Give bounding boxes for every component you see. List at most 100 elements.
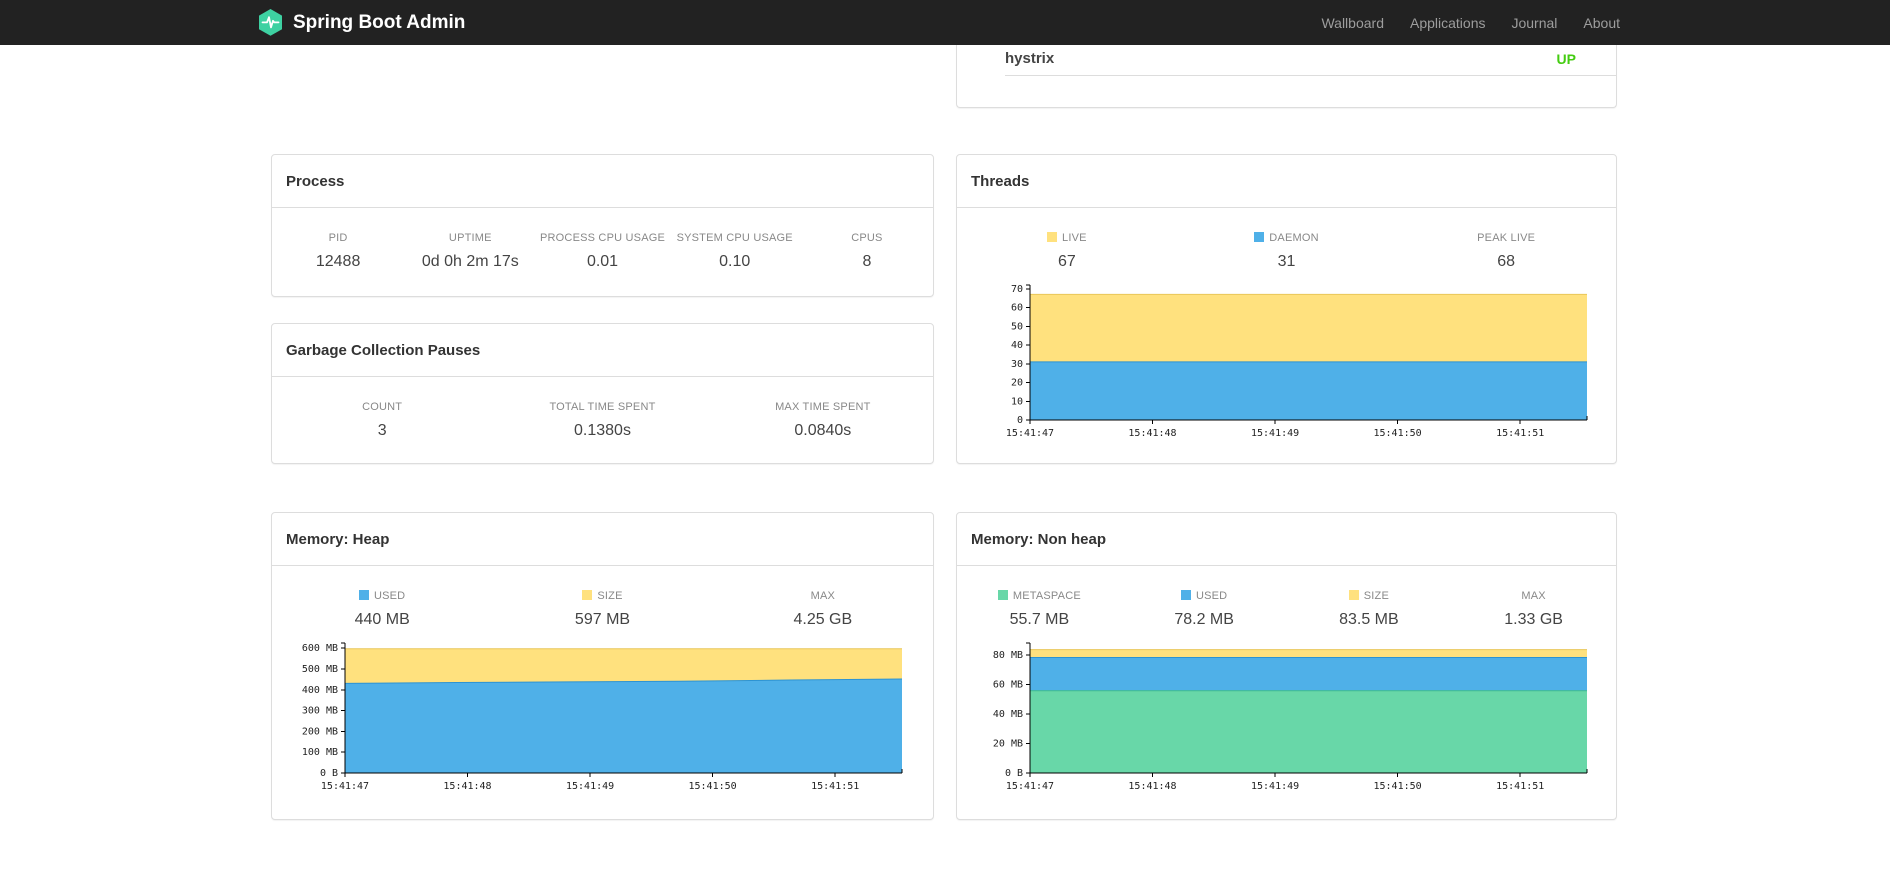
metric-nonheap-used: USED 78.2 MB	[1122, 590, 1287, 629]
metric-value: 0.10	[719, 253, 751, 270]
metric-value: 78.2 MB	[1174, 611, 1234, 628]
metric-heap-max: MAX 4.25 GB	[713, 590, 933, 629]
svg-text:600 MB: 600 MB	[302, 643, 338, 654]
nonheap-panel-title: Memory: Non heap	[957, 513, 1616, 566]
metric-threads-live: LIVE 67	[957, 232, 1177, 271]
metric-value: 83.5 MB	[1339, 611, 1399, 628]
metric-label: USED	[373, 590, 406, 602]
nav-item-wallboard[interactable]: Wallboard	[1308, 15, 1397, 31]
metaspace-legend-swatch	[997, 590, 1008, 600]
metric-nonheap-max: MAX 1.33 GB	[1451, 590, 1616, 629]
metric-value: 0.0840s	[794, 422, 852, 439]
svg-text:15:41:47: 15:41:47	[321, 781, 369, 792]
metric-cpus: CPUS 8	[801, 232, 933, 271]
live-legend-swatch	[1047, 232, 1057, 242]
svg-text:15:41:50: 15:41:50	[689, 781, 737, 792]
metric-label: DAEMON	[1269, 232, 1319, 244]
metric-label: USED	[1195, 590, 1228, 602]
svg-text:15:41:50: 15:41:50	[1374, 781, 1422, 792]
application-name[interactable]: hystrix	[1005, 50, 1054, 67]
memory-nonheap-panel: Memory: Non heap METASPACE 55.7 MB USED …	[956, 512, 1617, 820]
metric-uptime: UPTIME 0d 0h 2m 17s	[404, 232, 536, 271]
svg-text:10: 10	[1011, 396, 1023, 407]
nav-item-applications[interactable]: Applications	[1397, 15, 1499, 31]
svg-text:60 MB: 60 MB	[993, 679, 1023, 690]
svg-text:0 B: 0 B	[1005, 768, 1023, 779]
left-column: Process PID 12488 UPTIME 0d 0h 2m 17s PR…	[271, 45, 934, 820]
svg-text:30: 30	[1011, 359, 1023, 370]
metric-value: 3	[377, 422, 387, 439]
size-legend-swatch	[1348, 590, 1359, 600]
size-legend-swatch	[582, 590, 593, 600]
metric-label: LIVE	[1062, 232, 1087, 244]
gc-pauses-panel: Garbage Collection Pauses COUNT 3 TOTAL …	[271, 323, 934, 464]
metric-gc-count: COUNT 3	[272, 401, 492, 440]
metric-label: SIZE	[597, 590, 623, 602]
nav-menu: Wallboard Applications Journal About	[1308, 15, 1633, 31]
metric-value: 12488	[315, 253, 361, 270]
metric-value: 0.01	[586, 253, 619, 270]
svg-text:15:41:51: 15:41:51	[811, 781, 859, 792]
nonheap-legend: METASPACE 55.7 MB USED 78.2 MB SIZE 83.5…	[957, 566, 1616, 629]
heap-legend: USED 440 MB SIZE 597 MB MAX 4.25 GB	[272, 566, 933, 629]
metric-label: PEAK LIVE	[1477, 232, 1536, 244]
nav-item-about[interactable]: About	[1570, 15, 1633, 31]
status-badge: UP	[1556, 50, 1576, 67]
main-content: Process PID 12488 UPTIME 0d 0h 2m 17s PR…	[271, 45, 1619, 820]
svg-text:15:41:49: 15:41:49	[1251, 428, 1299, 439]
svg-text:80 MB: 80 MB	[993, 650, 1023, 661]
metric-system-cpu-usage: SYSTEM CPU USAGE 0.10	[669, 232, 801, 271]
svg-text:15:41:50: 15:41:50	[1374, 428, 1422, 439]
metric-pid: PID 12488	[272, 232, 404, 271]
metric-gc-max-time: MAX TIME SPENT 0.0840s	[713, 401, 933, 440]
metric-heap-size: SIZE 597 MB	[492, 590, 712, 629]
svg-text:300 MB: 300 MB	[302, 706, 338, 717]
metric-label: SYSTEM CPU USAGE	[676, 232, 793, 244]
metric-label: METASPACE	[1012, 590, 1081, 602]
metric-label: COUNT	[362, 401, 403, 413]
nav-item-journal[interactable]: Journal	[1498, 15, 1570, 31]
metric-label: MAX	[1521, 590, 1546, 602]
metric-gc-total-time: TOTAL TIME SPENT 0.1380s	[492, 401, 712, 440]
svg-text:500 MB: 500 MB	[302, 664, 338, 675]
nonheap-memory-chart: 0 B 20 MB 40 MB 60 MB 80 MB 15:41:47 15:41:48 1…	[957, 629, 1616, 804]
svg-text:15:41:47: 15:41:47	[1006, 781, 1054, 792]
metric-value: 0d 0h 2m 17s	[421, 253, 519, 270]
threads-legend: LIVE 67 DAEMON 31 PEAK LIVE 68	[957, 208, 1616, 271]
brand-title: Spring Boot Admin	[293, 11, 466, 33]
metric-threads-daemon: DAEMON 31	[1177, 232, 1397, 271]
used-legend-swatch	[1180, 590, 1191, 600]
metric-value: 440 MB	[354, 611, 410, 628]
used-legend-swatch	[358, 590, 369, 600]
metric-nonheap-metaspace: METASPACE 55.7 MB	[957, 590, 1122, 629]
svg-text:400 MB: 400 MB	[302, 685, 338, 696]
metric-label: MAX TIME SPENT	[775, 401, 871, 413]
svg-text:15:41:51: 15:41:51	[1496, 781, 1544, 792]
svg-text:15:41:49: 15:41:49	[1251, 781, 1299, 792]
brand-link[interactable]: Spring Boot Admin	[257, 8, 465, 37]
process-metrics: PID 12488 UPTIME 0d 0h 2m 17s PROCESS CP…	[272, 208, 933, 271]
metric-label: MAX	[810, 590, 836, 602]
svg-text:15:41:48: 15:41:48	[443, 781, 491, 792]
metric-process-cpu-usage: PROCESS CPU USAGE 0.01	[536, 232, 668, 271]
right-column: hystrix UP Threads LIVE 67 DAEMON 31 PEA…	[956, 45, 1617, 820]
metric-value: 55.7 MB	[1009, 611, 1070, 628]
svg-text:0: 0	[1017, 415, 1023, 426]
metric-label: PROCESS CPU USAGE	[539, 232, 666, 244]
application-row[interactable]: hystrix UP	[1005, 45, 1616, 76]
gc-panel-title: Garbage Collection Pauses	[272, 324, 933, 377]
metric-label: TOTAL TIME SPENT	[549, 401, 656, 413]
svg-text:15:41:48: 15:41:48	[1128, 428, 1176, 439]
memory-heap-panel: Memory: Heap USED 440 MB SIZE 597 MB MAX…	[271, 512, 934, 820]
metric-label: SIZE	[1363, 590, 1389, 602]
svg-text:20 MB: 20 MB	[993, 739, 1023, 750]
gc-metrics: COUNT 3 TOTAL TIME SPENT 0.1380s MAX TIM…	[272, 377, 933, 440]
metric-threads-peak-live: PEAK LIVE 68	[1396, 232, 1616, 271]
metric-value: 1.33 GB	[1504, 611, 1563, 628]
threads-panel-title: Threads	[957, 155, 1616, 208]
metric-value: 67	[1057, 253, 1076, 270]
metric-label: UPTIME	[448, 232, 492, 244]
svg-text:15:41:47: 15:41:47	[1006, 428, 1054, 439]
spring-boot-admin-logo-icon	[257, 8, 284, 37]
navbar: Spring Boot Admin Wallboard Applications…	[0, 0, 1890, 45]
